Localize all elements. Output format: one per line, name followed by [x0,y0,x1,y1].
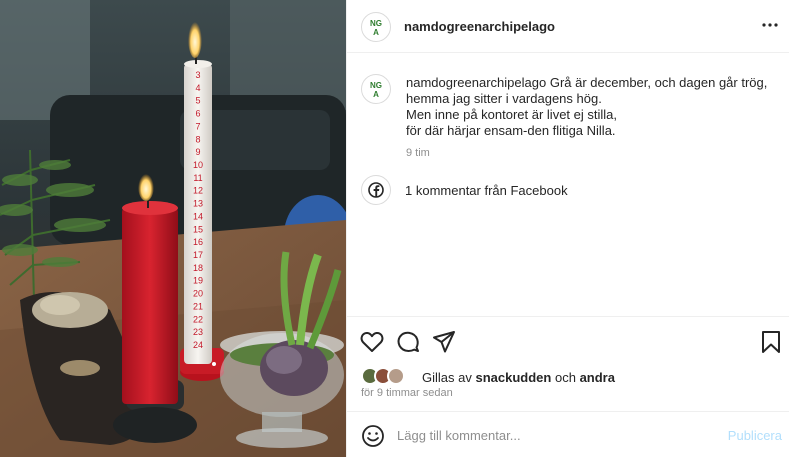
like-button[interactable] [359,329,385,355]
likes-prefix: Gillas av [422,370,472,385]
post-header: NG A namdogreenarchipelago [347,0,789,53]
caption-avatar[interactable]: NG A [361,74,391,104]
facebook-icon [368,182,384,198]
calendar-number: 3 [195,70,200,80]
likes-others-link[interactable]: andra [580,370,615,385]
comment-input[interactable] [397,425,697,445]
more-horizontal-icon [762,23,778,27]
liker-avatar [387,367,405,385]
calendar-number: 19 [193,276,203,286]
likes-conjunction: och [554,370,576,385]
post-side-panel: NG A namdogreenarchipelago NG A namdogre… [346,0,789,457]
share-button[interactable] [431,329,457,355]
facebook-comments-text: 1 kommentar från Facebook [405,183,568,198]
calendar-number: 20 [193,289,203,299]
calendar-number: 18 [193,263,203,273]
calendar-number: 17 [193,250,203,260]
caption-time: 9 tim [406,147,430,159]
calendar-number: 9 [195,147,200,157]
advent-candles-photo: 3 4 5 6 7 8 9 10 11 12 13 14 15 16 17 18 19 20 21 22 23 24 [0,0,346,457]
caption-line-1: Grå är december, och dagen går trög, [549,75,768,90]
save-button[interactable] [758,329,784,355]
calendar-number: 5 [195,96,200,106]
calendar-number: 11 [193,173,202,183]
likes-user-link[interactable]: snackudden [475,370,551,385]
comment-button[interactable] [395,329,421,355]
comment-icon [397,331,419,352]
calendar-number: 16 [193,237,203,247]
instagram-post-modal: 3 4 5 6 7 8 9 10 11 12 13 14 15 16 17 18 19 20 21 22 23 24 NG… [0,0,789,457]
username-link[interactable]: namdogreenarchipelago [404,19,555,34]
post-photo[interactable]: 3 4 5 6 7 8 9 10 11 12 13 14 15 16 17 18 19 20 21 22 23 24 [0,0,346,457]
emoji-button[interactable] [361,424,385,448]
caption-line-2: hemma jag sitter i vardagens hög. [406,91,602,106]
calendar-number: 8 [195,134,200,144]
calendar-number: 23 [193,327,203,337]
brand-logo-icon: NG A [370,19,382,37]
calendar-number: 4 [195,83,200,93]
brand-logo-icon: NG A [370,81,382,99]
emoji-icon [362,425,384,447]
more-options-button[interactable] [760,15,780,35]
avatar[interactable]: NG A [361,12,391,42]
comment-bar: Publicera [347,411,789,457]
svg-text:A: A [373,28,379,37]
calendar-number: 10 [193,160,203,170]
calendar-number: 12 [193,186,203,196]
caption-line-3: Men inne på kontoret är livet ej stilla, [406,107,617,122]
caption-username[interactable]: namdogreenarchipelago [406,75,546,90]
likes-text: Gillas av snackudden och andra [422,370,615,385]
calendar-number: 24 [193,340,203,350]
post-timestamp[interactable]: för 9 timmar sedan [361,387,453,399]
post-actions: Gillas av snackudden och andra för 9 tim… [347,316,789,411]
calendar-number: 6 [195,109,200,119]
calendar-number: 7 [195,121,200,131]
publish-button[interactable]: Publicera [728,428,782,443]
facebook-icon-wrap [361,175,391,205]
caption-line-4: för där härjar ensam-den flitiga Nilla. [406,123,616,138]
facebook-comments-link[interactable]: 1 kommentar från Facebook [361,175,661,205]
calendar-number: 15 [193,224,203,234]
calendar-number: 21 [193,301,203,311]
svg-text:NG: NG [370,19,382,28]
calendar-number: 13 [193,199,203,209]
caption-text: namdogreenarchipelago Grå är december, o… [406,75,776,139]
bookmark-icon [762,331,780,353]
share-icon [433,331,455,353]
svg-text:A: A [373,90,379,99]
svg-text:NG: NG [370,81,382,90]
calendar-number: 22 [193,314,203,324]
heart-icon [360,331,384,352]
calendar-number: 14 [193,211,203,221]
